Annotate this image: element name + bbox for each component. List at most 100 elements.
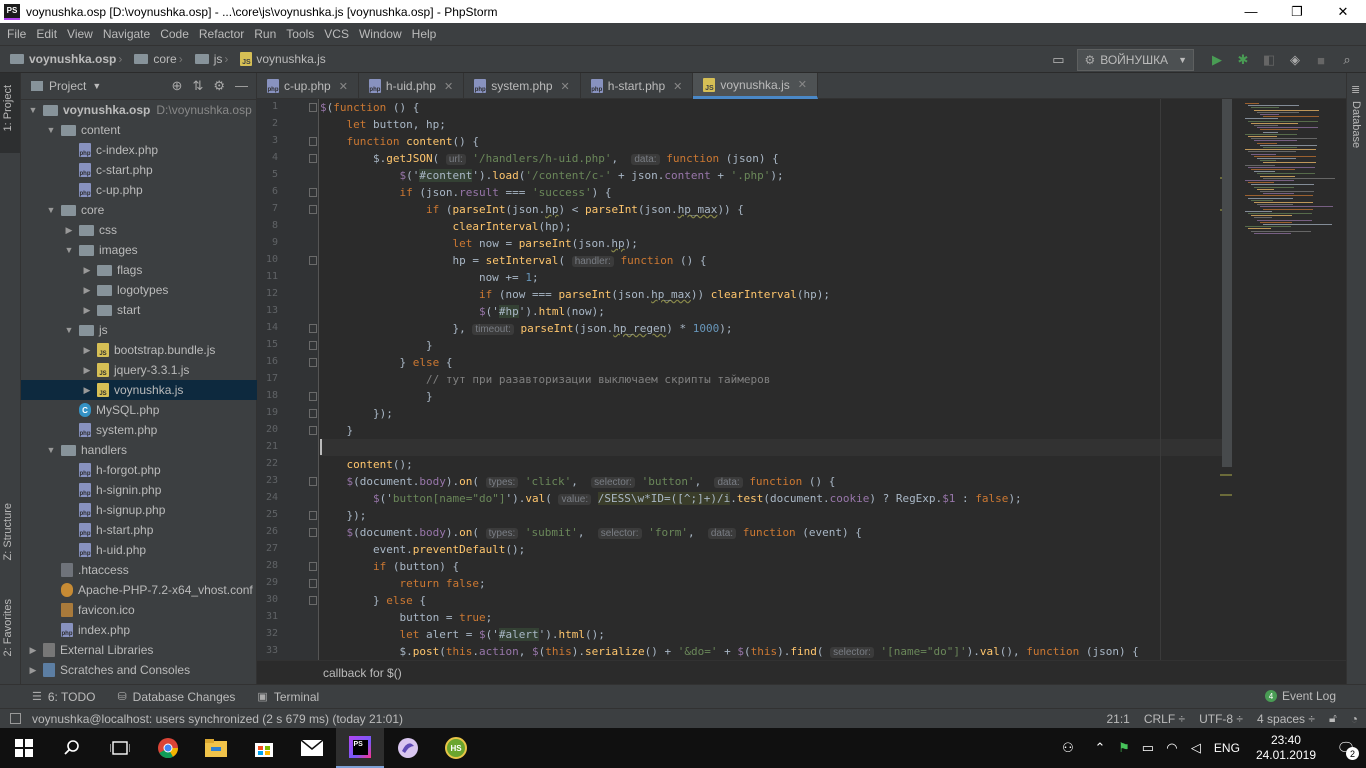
close-tab-icon[interactable]: ✕ (339, 80, 348, 93)
phpstorm-app-icon[interactable]: PS (4, 3, 20, 20)
project-view-select[interactable]: Project (49, 79, 86, 93)
chevron-down-icon[interactable]: ▼ (45, 205, 57, 215)
input-language[interactable]: ENG (1214, 741, 1240, 755)
fold-marker-icon[interactable] (309, 511, 317, 520)
tree-file[interactable]: ▶ JS jquery-3.3.1.js (21, 360, 257, 380)
tree-file[interactable]: php system.php (21, 420, 257, 440)
tree-file[interactable]: Apache-PHP-7.2-x64_vhost.conf (21, 580, 257, 600)
chevron-right-icon[interactable]: ▶ (81, 345, 93, 356)
terminal-tool-button[interactable]: ▣ Terminal (257, 690, 319, 704)
fold-marker-icon[interactable] (309, 341, 317, 350)
fold-marker-icon[interactable] (309, 477, 317, 486)
tree-file[interactable]: favicon.ico (21, 600, 257, 620)
breadcrumb-core[interactable]: core (124, 52, 177, 66)
code-line[interactable]: if (now === parseInt(json.hp_max)) clear… (320, 286, 830, 303)
tree-file[interactable]: php h-forgot.php (21, 460, 257, 480)
code-line[interactable]: if (json.result === 'success') { (320, 184, 611, 201)
tree-folder[interactable]: ▼ core (21, 200, 257, 220)
code-line[interactable]: event.preventDefault(); (320, 541, 525, 558)
maximize-button[interactable]: ❐ (1274, 0, 1320, 23)
hide-panel-icon[interactable]: — (235, 78, 248, 94)
chevron-down-icon[interactable]: ▼ (63, 325, 75, 335)
close-tab-icon[interactable]: ✕ (798, 78, 807, 91)
flag-icon[interactable]: ⚑ (1112, 740, 1136, 756)
tree-file[interactable]: php h-start.php (21, 520, 257, 540)
tree-file[interactable]: php h-signup.php (21, 500, 257, 520)
menu-code[interactable]: Code (155, 27, 194, 41)
menu-help[interactable]: Help (407, 27, 442, 41)
stop-icon[interactable]: ■ (1310, 49, 1332, 71)
code-line[interactable]: hp = setInterval( handler: function () { (320, 252, 707, 269)
clock[interactable]: 23:40 24.01.2019 (1256, 733, 1316, 763)
coverage-icon[interactable]: ◧ (1258, 49, 1280, 71)
tree-folder[interactable]: ▶ css (21, 220, 257, 240)
fold-marker-icon[interactable] (309, 103, 317, 112)
code-line[interactable]: // тут при разавторизации выключаем скри… (320, 371, 770, 388)
chevron-right-icon[interactable]: ▶ (81, 285, 93, 296)
fold-marker-icon[interactable] (309, 154, 317, 163)
code-line[interactable]: $('button[name="do"]').val( value: /SESS… (320, 490, 1022, 507)
tree-file[interactable]: php h-signin.php (21, 480, 257, 500)
store-taskbar-button[interactable] (240, 728, 288, 768)
tree-file[interactable]: .htaccess (21, 560, 257, 580)
code-line[interactable] (320, 439, 1222, 456)
code-structure-breadcrumb[interactable]: callback for $() (257, 660, 1346, 684)
tree-file[interactable]: php c-up.php (21, 180, 257, 200)
chevron-right-icon[interactable]: ▶ (81, 305, 93, 316)
chevron-up-icon[interactable]: ⌃ (1088, 740, 1112, 756)
code-line[interactable]: } (320, 422, 353, 439)
caret-position[interactable]: 21:1 (1106, 712, 1129, 726)
fold-marker-icon[interactable] (309, 392, 317, 401)
chevron-right-icon[interactable]: ▶ (81, 265, 93, 276)
search-everywhere-icon[interactable]: ⌕ (1336, 49, 1358, 71)
fold-marker-icon[interactable] (309, 528, 317, 537)
code-line[interactable]: } (320, 337, 433, 354)
warning-stripe-mark[interactable] (1220, 494, 1232, 496)
menu-navigate[interactable]: Navigate (98, 27, 155, 41)
code-line[interactable]: if (parseInt(json.hp) < parseInt(json.hp… (320, 201, 744, 218)
project-tool-tab[interactable]: 1: Project (0, 73, 20, 153)
code-line[interactable]: let now = parseInt(json.hp); (320, 235, 637, 252)
chrome-taskbar-button[interactable] (144, 728, 192, 768)
code-line[interactable]: function content() { (320, 133, 479, 150)
close-tab-icon[interactable]: ✕ (673, 80, 682, 93)
code-minimap[interactable] (1235, 99, 1345, 239)
tree-file[interactable]: C MySQL.php (21, 400, 257, 420)
chevron-down-icon[interactable]: ▼ (45, 445, 57, 455)
fold-marker-icon[interactable] (309, 205, 317, 214)
volume-icon[interactable]: ◁ (1184, 740, 1208, 756)
structure-tool-tab[interactable]: Z: Structure (2, 503, 14, 560)
start-button[interactable] (0, 728, 48, 768)
editor-tab[interactable]: JS voynushka.js ✕ (693, 73, 818, 99)
minimize-button[interactable]: — (1228, 0, 1274, 23)
code-line[interactable]: $(function () { (320, 99, 419, 116)
code-line[interactable]: } else { (320, 354, 452, 371)
code-line[interactable]: $.post(this.action, $(this).serialize() … (320, 643, 1139, 660)
editor-tab[interactable]: php h-uid.php ✕ (359, 73, 465, 99)
app-taskbar-button[interactable] (384, 728, 432, 768)
menu-refactor[interactable]: Refactor (194, 27, 249, 41)
breadcrumb-project[interactable]: voynushka.osp (0, 52, 116, 66)
tree-file[interactable]: php c-index.php (21, 140, 257, 160)
status-message[interactable]: voynushka@localhost: users synchronized … (32, 712, 403, 726)
tree-file[interactable]: ▶ JS voynushka.js (21, 380, 257, 400)
fold-marker-icon[interactable] (309, 324, 317, 333)
editor-tab[interactable]: php c-up.php ✕ (257, 73, 359, 99)
fold-marker-icon[interactable] (309, 188, 317, 197)
chevron-right-icon[interactable]: ▶ (81, 365, 93, 376)
tree-folder[interactable]: ▼ voynushka.osp D:\voynushka.osp (21, 100, 257, 120)
close-window-button[interactable]: ✕ (1320, 0, 1366, 23)
code-line[interactable]: }); (320, 405, 393, 422)
debug-icon[interactable]: ✱ (1232, 49, 1254, 71)
editor-tab[interactable]: php system.php ✕ (464, 73, 581, 99)
chevron-down-icon[interactable]: ▼ (63, 245, 75, 255)
chevron-right-icon[interactable]: ▶ (81, 385, 93, 396)
code-line[interactable]: } (320, 388, 433, 405)
mail-taskbar-button[interactable] (288, 728, 336, 768)
run-configuration-select[interactable]: ⚙ ВОЙНУШКА ▼ (1077, 49, 1194, 71)
tree-file[interactable]: php index.php (21, 620, 257, 640)
breadcrumb-file[interactable]: JS voynushka.js (230, 52, 326, 66)
fold-marker-icon[interactable] (309, 579, 317, 588)
inspection-icon[interactable]: ◔ (1351, 712, 1358, 726)
code-line[interactable]: button = true; (320, 609, 492, 626)
